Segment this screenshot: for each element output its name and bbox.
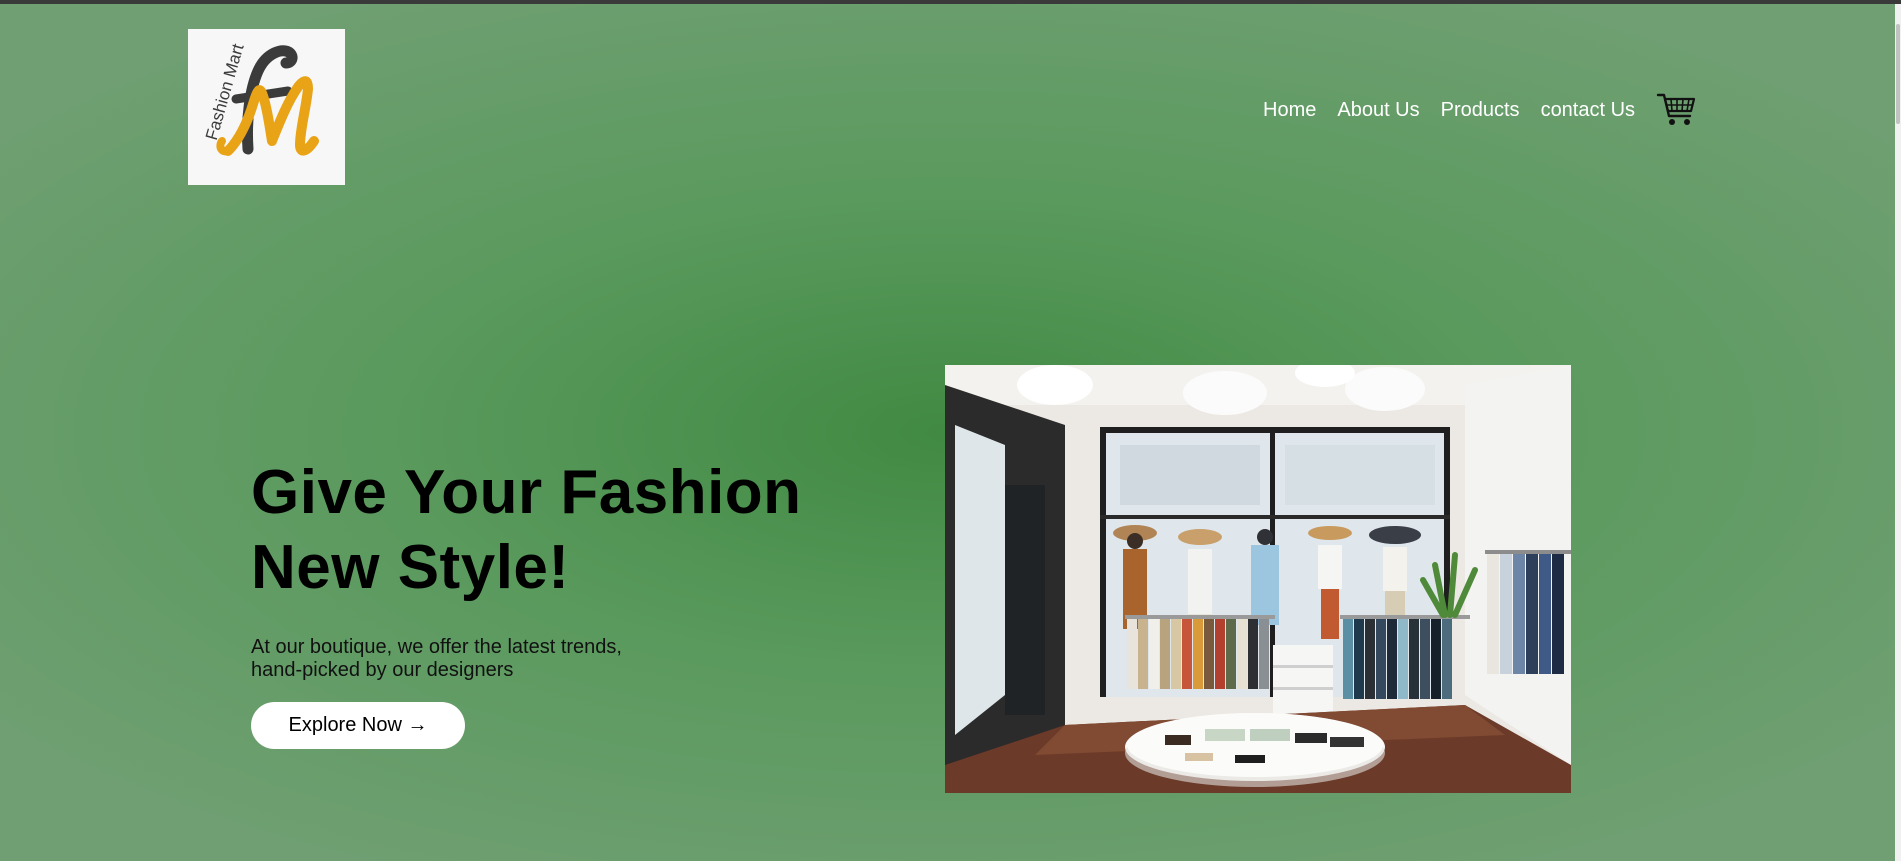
hero-subtitle: At our boutique, we offer the latest tre… (251, 636, 671, 682)
site-logo[interactable]: Fashion Mart (188, 29, 345, 185)
page-scrollbar[interactable] (1895, 4, 1901, 861)
nav-about-us[interactable]: About Us (1337, 99, 1419, 122)
bottom-edge (0, 861, 1901, 865)
explore-now-button[interactable]: Explore Now → (251, 702, 465, 749)
nav-home[interactable]: Home (1263, 99, 1316, 122)
nav-contact-us[interactable]: contact Us (1541, 99, 1635, 122)
main-nav: Home About Us Products contact Us (1263, 96, 1656, 124)
hero-subtitle-line-1: At our boutique, we offer the latest tre… (251, 636, 622, 658)
scrollbar-thumb[interactable] (1896, 24, 1900, 124)
hero-title-line-1: Give Your Fashion (251, 458, 802, 527)
hero-title-line-2: New Style! (251, 533, 570, 602)
hero-page: Fashion Mart Home About Us Products cont… (0, 4, 1895, 861)
hero-subtitle-line-2: hand-picked by our designers (251, 659, 514, 681)
shopping-cart-icon[interactable] (1656, 92, 1696, 128)
nav-products[interactable]: Products (1441, 99, 1520, 122)
hero-title: Give Your Fashion New Style! (251, 455, 871, 605)
boutique-store-photo (945, 365, 1571, 793)
